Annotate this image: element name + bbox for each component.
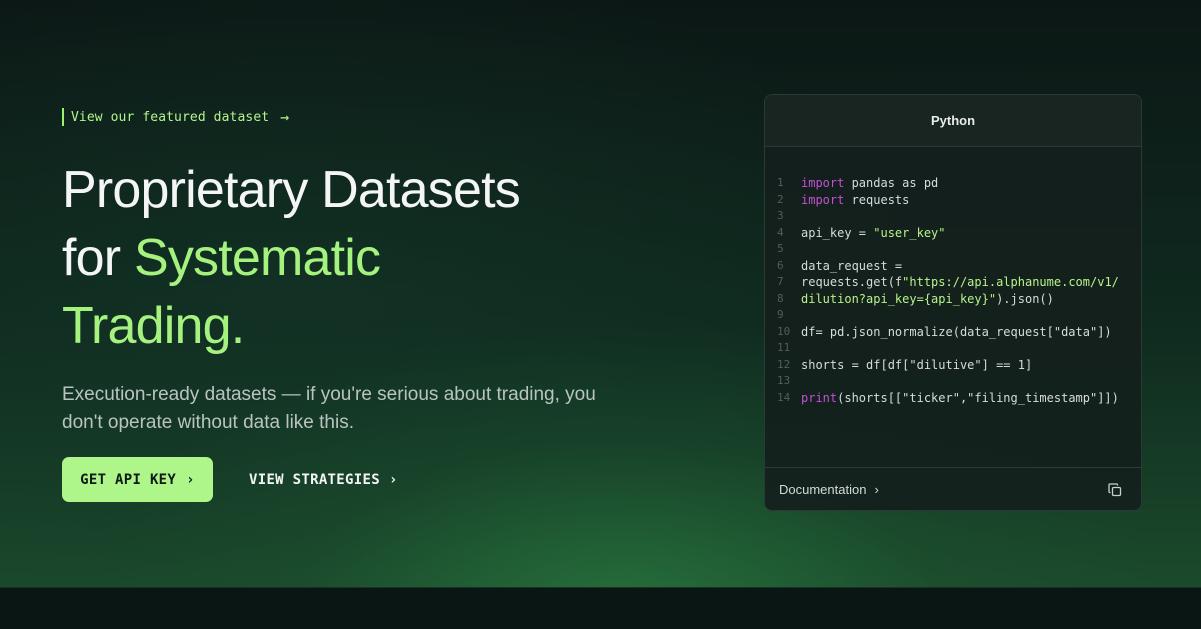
hero-subtitle: Execution-ready datasets — if you're ser… [62,384,596,433]
code-sample-card: Python 1 import pandas as pd 2 import reque… [764,94,1142,511]
code-line: 6 data_request = [765,258,1141,275]
code-text: api_key = [801,225,874,240]
title-line-2-accent: Systematic [133,229,381,287]
code-line: 4 api_key = "user_key" [765,225,1141,242]
view-strategies-label: VIEW STRATEGIES [249,471,380,488]
code-string: "https://api.alphanume.com/v1/ [902,275,1119,289]
code-language-tab[interactable]: Python [765,95,1141,147]
line-number: 13 [777,374,791,387]
code-text: requests.get(f [801,275,903,289]
view-strategies-button[interactable]: VIEW STRATEGIES › [249,457,398,502]
code-line: 14 print (shorts[["ticker","filing_timesta… [765,390,1141,407]
line-number: 12 [777,357,791,371]
code-string: dilution?api_key={api_key}" [801,291,997,306]
code-card-footer: Documentation › [765,467,1141,510]
code-text: data_request = [801,258,903,273]
chevron-right-icon: › [874,482,879,497]
code-text: requests [844,192,910,207]
code-text: df= pd.json_normalize(data_request["data… [801,324,1112,339]
code-line: 1 import pandas as pd [765,175,1141,192]
code-text: (shorts[["ticker","filing_timestamp"]]) [837,390,1119,405]
line-number: 1 [777,176,784,189]
code-keyword: import [801,176,845,190]
line-number: 3 [777,209,784,222]
code-keyword: import [801,192,845,207]
code-line: 11 [765,340,1141,357]
line-number: 10 [777,324,791,338]
code-string: "user_key" [873,225,946,240]
featured-dataset-link[interactable]: View our featured dataset → [62,108,289,126]
line-number: 8 [777,291,784,305]
line-number: 5 [777,242,784,255]
chevron-right-icon: › [186,471,195,488]
line-number: 11 [777,341,791,354]
code-line: 10 df= pd.json_normalize(data_request["da… [765,324,1141,341]
code-text: pandas as pd [844,176,939,190]
featured-dataset-label: View our featured dataset [71,109,270,125]
code-line: 7 requests.get(f "https://api.alphanume.co… [765,274,1141,291]
line-number: 14 [777,390,791,404]
code-keyword: print [801,390,838,405]
code-line: 5 [765,241,1141,258]
documentation-link[interactable]: Documentation › [779,482,879,497]
get-api-key-button[interactable]: GET API KEY › [62,457,213,502]
code-block: 1 import pandas as pd 2 import requests 3 4 ap… [765,175,1141,406]
code-text: shorts = df[df["dilutive"] == 1] [801,357,1033,372]
title-line-1: Proprietary Datasets [62,161,521,219]
code-line: 8 dilution?api_key={api_key}").json() [765,291,1141,308]
documentation-label: Documentation [779,482,867,497]
title-line-3-accent: Trading. [62,297,245,355]
title-line-2-plain: for [62,229,134,287]
code-line: 12 shorts = df[df["dilutive"] == 1] [765,357,1141,374]
line-number: 4 [777,225,784,239]
line-number: 7 [777,275,784,288]
line-number: 6 [777,258,784,272]
get-api-key-label: GET API KEY [80,471,177,488]
chevron-right-icon: › [388,471,398,488]
code-line: 13 [765,373,1141,390]
footer-band [0,587,1201,629]
code-line: 9 [765,307,1141,324]
code-text: ).json() [996,291,1054,306]
copy-icon[interactable] [1107,482,1123,498]
arrow-right-icon: → [280,108,290,126]
line-number: 9 [777,308,784,321]
code-line: 2 import requests [765,192,1141,209]
page-title: Proprietary Datasets for Systematic Trad… [62,156,682,360]
line-number: 2 [777,192,784,206]
code-line: 3 [765,208,1141,225]
